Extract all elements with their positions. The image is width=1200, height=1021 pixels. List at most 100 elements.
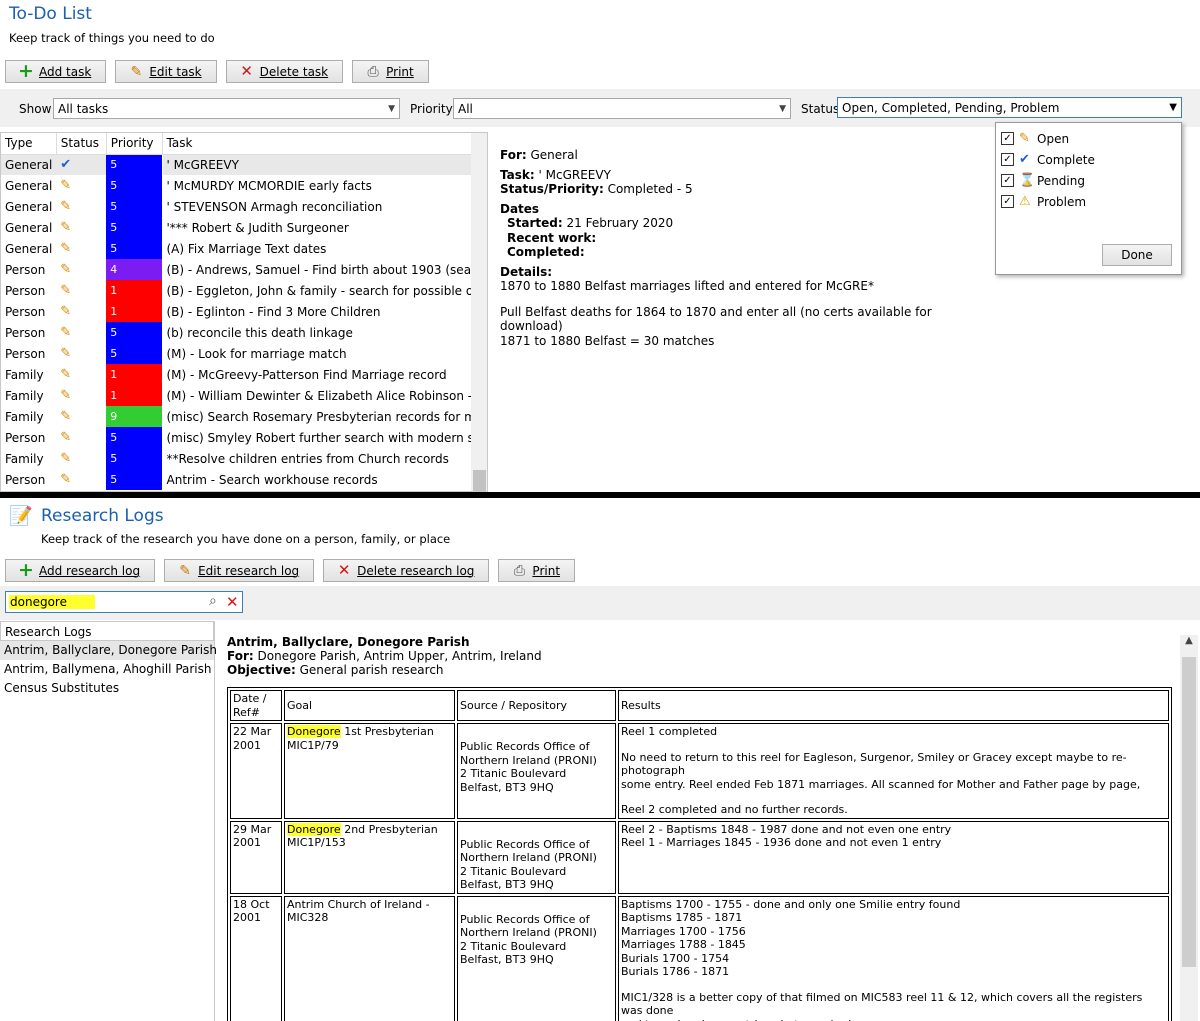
- task-text: ' McGREEVY: [166, 157, 239, 172]
- done-button[interactable]: Done: [1102, 244, 1172, 266]
- task-text: (b) reconcile this death linkage: [166, 325, 353, 340]
- scrollbar-thumb[interactable]: [473, 470, 486, 491]
- task-grid-scrollbar[interactable]: [471, 133, 487, 491]
- task-row[interactable]: Person ✎ 1 (B) - Eglinton - Find 3 More Chi…: [1, 301, 471, 322]
- printer-icon: ⎙: [367, 63, 379, 80]
- edit-research-log-button[interactable]: ✎ Edit research log: [164, 559, 315, 582]
- task-text: (B) - Andrews, Samuel - Find birth about…: [166, 262, 472, 277]
- print-task-button[interactable]: ⎙ Print: [352, 60, 429, 83]
- priority-label: Priority: [410, 102, 453, 116]
- pencil-note-icon: ✎: [60, 304, 72, 319]
- delete-research-log-button[interactable]: ✕ Delete research log: [323, 559, 490, 582]
- warning-icon: ⚠: [1019, 194, 1031, 209]
- col-task[interactable]: Task: [162, 133, 471, 154]
- task-row[interactable]: Person ✎ 5 (b) reconcile this death linkage: [1, 322, 471, 343]
- task-row[interactable]: Family ✎ 9 (misc) Search Rosemary Presbyter…: [1, 406, 471, 427]
- col-results: Results: [618, 690, 1169, 721]
- status-dropdown[interactable]: Open, Completed, Pending, Problem ▼: [837, 97, 1182, 118]
- task-priority: 5: [106, 427, 163, 448]
- log-row: 29 Mar 2001 Donegore 2nd Presbyterian MIC1…: [230, 820, 1169, 894]
- clear-search-icon[interactable]: ✕: [226, 593, 239, 611]
- checkbox[interactable]: ✓: [1001, 153, 1014, 166]
- col-priority[interactable]: Priority: [106, 133, 163, 154]
- task-row[interactable]: General ✎ 5 ' STEVENSON Armagh reconciliati…: [1, 196, 471, 217]
- pencil-note-icon: ✎: [1019, 131, 1030, 146]
- task-row[interactable]: Person ✎ 1 (B) - Eggleton, John & family - …: [1, 280, 471, 301]
- research-list-header: Research Logs: [0, 621, 214, 641]
- edit-task-button[interactable]: ✎ Edit task: [115, 60, 217, 83]
- search-icon[interactable]: ⌕: [209, 593, 217, 609]
- task-text: Antrim - Search workhouse records: [166, 472, 378, 487]
- research-list-item[interactable]: Antrim, Ballyclare, Donegore Parish: [0, 641, 217, 660]
- task-type: General: [5, 220, 53, 235]
- detail-started: 21 February 2020: [566, 216, 674, 230]
- task-type: Person: [5, 262, 46, 277]
- task-type: Person: [5, 472, 46, 487]
- task-priority: 1: [106, 364, 163, 385]
- task-priority: 1: [106, 280, 163, 301]
- task-row[interactable]: General ✎ 5 '*** Robert & Judith Surgeoner: [1, 217, 471, 238]
- add-research-log-button[interactable]: + Add research log: [5, 559, 156, 582]
- research-list-item[interactable]: Census Substitutes: [0, 679, 214, 698]
- col-status[interactable]: Status: [56, 133, 107, 154]
- task-priority: 1: [106, 385, 163, 406]
- delete-icon: ✕: [240, 62, 253, 80]
- task-type: Family: [5, 451, 44, 466]
- task-priority: 5: [106, 469, 163, 490]
- show-dropdown[interactable]: All tasks ▼: [53, 98, 400, 119]
- detail-task: ' McGREEVY: [538, 167, 611, 182]
- task-text: **Resolve children entries from Church r…: [166, 451, 449, 466]
- task-text: '*** Robert & Judith Surgeoner: [166, 220, 349, 235]
- research-log-table: Date / Ref# Goal Source / Repository Res…: [227, 687, 1172, 1021]
- task-row[interactable]: General ✔ 5 ' McGREEVY: [1, 154, 471, 175]
- task-row[interactable]: Family ✎ 1 (M) - McGreevy-Patterson Find Ma…: [1, 364, 471, 385]
- print-research-log-button[interactable]: ⎙ Print: [498, 559, 576, 582]
- task-type: Family: [5, 409, 44, 424]
- checkbox[interactable]: ✓: [1001, 132, 1014, 145]
- priority-dropdown[interactable]: All ▼: [453, 98, 791, 119]
- chevron-down-icon: ▼: [1169, 102, 1177, 113]
- task-text: ' McMURDY MCMORDIE early facts: [166, 178, 372, 193]
- research-log-icon: 📝: [9, 505, 33, 527]
- task-row[interactable]: General ✎ 5 (A) Fix Marriage Text dates: [1, 238, 471, 259]
- col-type[interactable]: Type: [1, 133, 57, 154]
- log-for: Donegore Parish, Antrim Upper, Antrim, I…: [257, 649, 542, 663]
- log-scrollbar[interactable]: ▲: [1180, 635, 1198, 1021]
- log-date: 18 Oct 2001: [230, 895, 282, 1021]
- checkbox[interactable]: ✓: [1001, 195, 1014, 208]
- pencil-icon: ✎: [130, 63, 143, 80]
- detail-line: Pull Belfast deaths for 1864 to 1870 and…: [500, 304, 932, 334]
- task-row[interactable]: Family ✎ 5 **Resolve children entries from …: [1, 448, 471, 469]
- task-row[interactable]: Family ✎ 1 (M) - William Dewinter & Elizabe…: [1, 385, 471, 406]
- status-option-pending[interactable]: ✓ ⌛ Pending: [996, 170, 1181, 191]
- search-highlight: Donegore: [287, 822, 341, 836]
- research-toolbar: + Add research log ✎ Edit research log ✕ De…: [5, 559, 576, 582]
- task-text: (B) - Eggleton, John & family - search f…: [166, 283, 472, 298]
- log-title: Antrim, Ballyclare, Donegore Parish: [227, 635, 470, 649]
- status-option-complete[interactable]: ✓ ✔ Complete: [996, 149, 1181, 170]
- pencil-note-icon: ✎: [60, 241, 72, 256]
- task-text: (M) - Look for marriage match: [166, 346, 347, 361]
- task-row[interactable]: Person ✎ 5 Antrim - Search workhouse record…: [1, 469, 471, 490]
- research-list-item[interactable]: Antrim, Ballymena, Ahoghill Parish: [0, 660, 214, 679]
- checkbox[interactable]: ✓: [1001, 174, 1014, 187]
- task-row[interactable]: General ✎ 5 ' McMURDY MCMORDIE early facts: [1, 175, 471, 196]
- search-input[interactable]: donegore ⌕ ✕: [5, 591, 243, 613]
- task-row[interactable]: Person ✎ 4 (B) - Andrews, Samuel - Find bir…: [1, 259, 471, 280]
- status-option-problem[interactable]: ✓ ⚠ Problem: [996, 191, 1181, 212]
- research-log-detail: Antrim, Ballyclare, Donegore Parish For:…: [216, 621, 1200, 1021]
- task-row[interactable]: Person ✎ 5 (M) - Look for marriage match: [1, 343, 471, 364]
- add-task-button[interactable]: + Add task: [5, 60, 107, 83]
- task-row[interactable]: Person ✎ 5 (misc) Smyley Robert further sea…: [1, 427, 471, 448]
- task-text: ' STEVENSON Armagh reconciliation: [166, 199, 383, 214]
- scroll-up-icon[interactable]: ▲: [1180, 635, 1198, 646]
- log-table-header: Date / Ref# Goal Source / Repository Res…: [230, 690, 1169, 721]
- check-icon: ✔: [1019, 152, 1030, 167]
- delete-task-button[interactable]: ✕ Delete task: [225, 60, 344, 83]
- log-source: Public Records Office of Northern Ireland…: [457, 820, 616, 894]
- task-text: (M) - William Dewinter & Elizabeth Alice…: [166, 388, 472, 403]
- task-text: (misc) Search Rosemary Presbyterian reco…: [166, 409, 472, 424]
- log-source: Public Records Office of Northern Ireland…: [457, 723, 616, 819]
- status-option-open[interactable]: ✓ ✎ Open: [996, 128, 1181, 149]
- scrollbar-thumb[interactable]: [1182, 657, 1196, 967]
